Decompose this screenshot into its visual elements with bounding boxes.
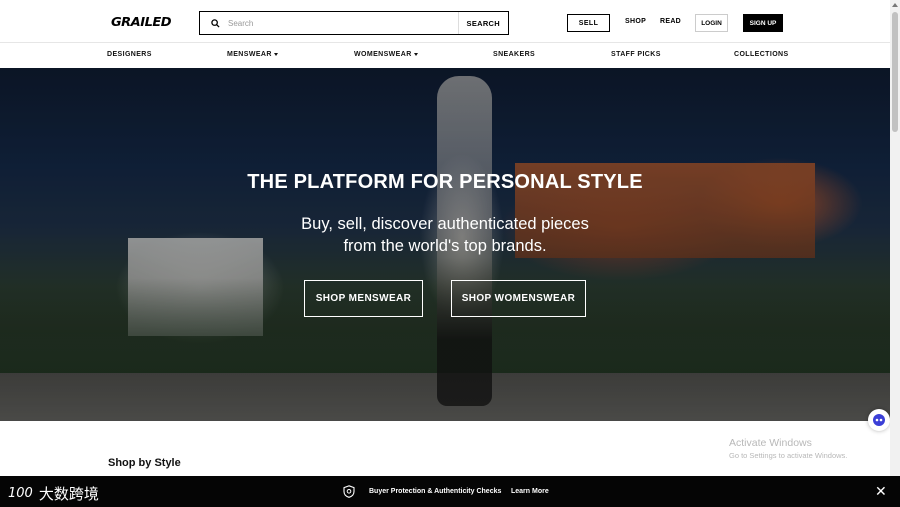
login-button[interactable]: LOGIN xyxy=(695,14,728,32)
nav-sneakers[interactable]: SNEAKERS xyxy=(493,51,535,58)
nav-womenswear[interactable]: WOMENSWEAR xyxy=(354,51,418,58)
shop-link[interactable]: SHOP xyxy=(625,18,646,25)
brand-watermark-number: 100 xyxy=(8,486,33,501)
search-bar: SEARCH xyxy=(199,11,509,35)
hero-subtitle-line1: Buy, sell, discover authenticated pieces xyxy=(301,215,589,233)
activate-windows-subtitle: Go to Settings to activate Windows. xyxy=(729,451,848,460)
close-icon[interactable]: ✕ xyxy=(875,484,887,500)
caret-down-icon xyxy=(273,52,278,56)
hero-title: THE PLATFORM FOR PERSONAL STYLE xyxy=(247,171,643,193)
scroll-up-icon[interactable] xyxy=(892,3,898,7)
page-scrollbar[interactable] xyxy=(890,0,900,507)
nav-label: DESIGNERS xyxy=(107,51,152,58)
nav-label: SNEAKERS xyxy=(493,51,536,58)
signup-button[interactable]: SIGN UP xyxy=(743,14,783,32)
category-nav: DESIGNERS MENSWEAR WOMENSWEAR SNEAKERS S… xyxy=(0,43,890,68)
scrollbar-thumb[interactable] xyxy=(892,12,898,132)
nav-label: WOMENSWEAR xyxy=(354,51,412,58)
shop-by-style-heading: Shop by Style xyxy=(108,457,181,469)
caret-down-icon xyxy=(413,52,418,56)
nav-menswear[interactable]: MENSWEAR xyxy=(227,51,278,58)
brand-watermark-text: 大数跨境 xyxy=(38,485,99,503)
search-icon xyxy=(204,12,226,34)
learn-more-link[interactable]: Learn More xyxy=(511,488,549,495)
read-link[interactable]: READ xyxy=(660,18,681,25)
nav-collections[interactable]: COLLECTIONS xyxy=(734,51,789,58)
search-input[interactable] xyxy=(228,13,458,33)
search-button[interactable]: SEARCH xyxy=(457,12,508,34)
buyer-protection-text: Buyer Protection & Authenticity Checks xyxy=(369,488,502,495)
brand-watermark: 100 大数跨境 xyxy=(8,483,99,504)
buyer-protection-banner: 100 大数跨境 Buyer Protection & Authenticity… xyxy=(0,476,900,507)
top-header: GRAILED SEARCH SELL SHOP READ LOGIN SIGN… xyxy=(0,0,890,43)
hero-subtitle-line2: from the world's top brands. xyxy=(343,237,547,255)
shield-icon xyxy=(343,485,355,503)
grailed-logo[interactable]: GRAILED xyxy=(111,15,172,29)
sell-button[interactable]: SELL xyxy=(567,14,610,32)
shop-womenswear-button[interactable]: SHOP WOMENSWEAR xyxy=(451,280,586,317)
chat-icon[interactable] xyxy=(868,409,890,431)
content-section: Shop by Style Activate Windows Go to Set… xyxy=(0,421,890,476)
nav-staff-picks[interactable]: STAFF PICKS xyxy=(611,51,661,58)
nav-label: MENSWEAR xyxy=(227,51,272,58)
hero-banner: THE PLATFORM FOR PERSONAL STYLE Buy, sel… xyxy=(0,68,890,421)
nav-designers[interactable]: DESIGNERS xyxy=(107,51,152,58)
shop-menswear-button[interactable]: SHOP MENSWEAR xyxy=(304,280,423,317)
nav-label: COLLECTIONS xyxy=(734,51,789,58)
activate-windows-title: Activate Windows xyxy=(729,437,812,449)
nav-label: STAFF PICKS xyxy=(611,51,661,58)
